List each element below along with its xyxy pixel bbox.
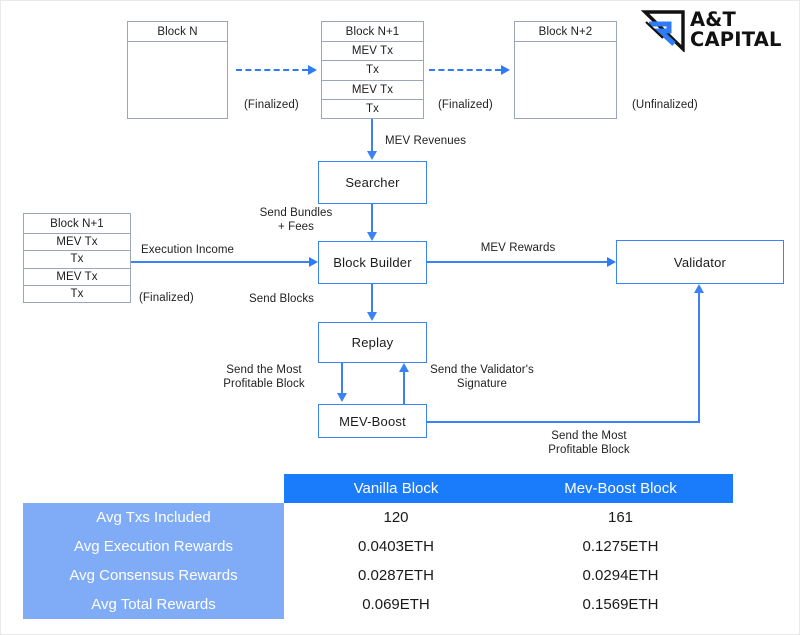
edge-blockn1-to-searcher-arrowhead — [367, 151, 377, 160]
edge-builder-to-replay-arrowhead — [367, 312, 377, 321]
table-header-mev-boost-block: Mev-Boost Block — [508, 474, 733, 503]
edge-mevboost-to-validator-vertical — [698, 293, 700, 423]
table-cell-mevboost-avg-execution-rewards: 0.1275ETH — [508, 532, 733, 561]
block-n: Block N — [127, 21, 228, 119]
edge-blockn-to-blockn1 — [236, 69, 308, 71]
at-capital-logo: A&T CAPITAL — [640, 5, 797, 55]
table-row-label-avg-txs-included: Avg Txs Included — [23, 503, 284, 532]
node-searcher[interactable]: Searcher — [318, 161, 427, 204]
block-n-plus-2-status: (Unfinalized) — [632, 99, 698, 111]
edge-builder-to-validator-arrowhead — [607, 257, 616, 267]
edge-blockn1left-to-builder-line — [131, 261, 311, 263]
block-n-plus-1-left-title: Block N+1 — [24, 214, 130, 234]
edge-builder-to-replay-line — [371, 284, 373, 314]
edge-replay-to-mevboost-line — [341, 363, 343, 396]
table-row: Avg Txs Included 120 161 — [23, 503, 733, 532]
diagram-canvas: A&T CAPITAL Block N (Finalized) Block N+… — [0, 0, 800, 635]
block-n-plus-1-top-row-3: Tx — [366, 102, 379, 115]
edge-blockn1-to-blockn2 — [429, 69, 501, 71]
table-row-label-avg-consensus-rewards: Avg Consensus Rewards — [23, 561, 284, 590]
edge-label-execution-income: Execution Income — [141, 244, 235, 256]
node-validator[interactable]: Validator — [616, 240, 784, 284]
edge-searcher-to-builder-arrowhead — [367, 232, 377, 241]
block-n-plus-1-left-row-2: MEV Tx — [24, 269, 130, 286]
block-n-body — [128, 42, 227, 118]
block-n-plus-1-top-row-1: Tx — [322, 61, 423, 81]
edge-blockn1-to-searcher-line — [371, 119, 373, 153]
table-header-vanilla-block: Vanilla Block — [284, 474, 508, 503]
edge-blockn-to-blockn1-arrowhead — [308, 65, 317, 75]
table-cell-mevboost-avg-consensus-rewards: 0.0294ETH — [508, 561, 733, 590]
block-n-plus-2-title: Block N+2 — [515, 22, 616, 42]
edge-mevboost-to-validator-horizontal — [427, 421, 700, 423]
table-cell-mevboost-avg-total-rewards: 0.1569ETH — [508, 590, 733, 619]
edge-label-mev-revenues: MEV Revenues — [385, 135, 467, 147]
block-n-plus-2: Block N+2 — [514, 21, 617, 119]
edge-label-send-blocks: Send Blocks — [249, 293, 315, 305]
edge-label-send-most-profitable-block-left: Send the Most Profitable Block — [223, 364, 305, 390]
edge-label-send-most-profitable-block-bottom: Send the Most Profitable Block — [548, 430, 630, 456]
node-block-builder[interactable]: Block Builder — [318, 241, 427, 284]
table-cell-vanilla-avg-execution-rewards: 0.0403ETH — [284, 532, 508, 561]
table-row-label-avg-execution-rewards: Avg Execution Rewards — [23, 532, 284, 561]
block-n-plus-1-left-row-1: Tx — [24, 251, 130, 269]
table-cell-vanilla-avg-txs-included: 120 — [284, 503, 508, 532]
block-n-title: Block N — [128, 22, 227, 42]
table-header-row: Vanilla Block Mev-Boost Block — [23, 474, 733, 503]
block-n-plus-1-left-status: (Finalized) — [139, 292, 194, 304]
edge-blockn1left-to-builder-arrowhead — [309, 257, 318, 267]
block-n-plus-2-body — [515, 42, 616, 118]
logo-line-2: CAPITAL — [690, 28, 782, 51]
comparison-table: Vanilla Block Mev-Boost Block Avg Txs In… — [23, 474, 733, 619]
edge-mevboost-to-validator-arrowhead — [694, 284, 704, 293]
block-n-plus-1-left: Block N+1 MEV Tx Tx MEV Tx Tx — [23, 213, 131, 303]
node-replay[interactable]: Replay — [318, 322, 427, 363]
table-cell-vanilla-avg-consensus-rewards: 0.0287ETH — [284, 561, 508, 590]
table-row: Avg Total Rewards 0.069ETH 0.1569ETH — [23, 590, 733, 619]
edge-mevboost-to-replay-line — [403, 371, 405, 405]
table-corner-cell — [23, 474, 284, 503]
block-n-plus-1-left-row-3: Tx — [70, 287, 84, 300]
table-row-label-avg-total-rewards: Avg Total Rewards — [23, 590, 284, 619]
table-cell-vanilla-avg-total-rewards: 0.069ETH — [284, 590, 508, 619]
block-n-plus-1-top-row-0: MEV Tx — [322, 42, 423, 62]
edge-blockn1-to-blockn2-arrowhead — [501, 65, 510, 75]
block-n-plus-1-top-row-2: MEV Tx — [322, 81, 423, 100]
block-n-plus-1-top-title: Block N+1 — [322, 22, 423, 42]
block-n-plus-1-left-row-0: MEV Tx — [24, 234, 130, 252]
block-n-plus-1-top: Block N+1 MEV Tx Tx MEV Tx Tx — [321, 21, 424, 119]
edge-mevboost-to-replay-arrowhead — [399, 363, 409, 372]
edge-builder-to-validator-line — [427, 261, 609, 263]
logo-wordmark: A&T CAPITAL — [690, 10, 782, 50]
table-row: Avg Consensus Rewards 0.0287ETH 0.0294ET… — [23, 561, 733, 590]
node-mev-boost[interactable]: MEV-Boost — [318, 404, 427, 438]
table-row: Avg Execution Rewards 0.0403ETH 0.1275ET… — [23, 532, 733, 561]
edge-label-send-bundles-fees: Send Bundles + Fees — [259, 207, 333, 233]
table-cell-mevboost-avg-txs-included: 161 — [508, 503, 733, 532]
edge-label-mev-rewards: MEV Rewards — [480, 242, 556, 254]
edge-replay-to-mevboost-arrowhead — [337, 393, 347, 402]
triangle-arrow-mark-icon — [640, 8, 687, 54]
edge-label-send-validator-signature: Send the Validator's Signature — [430, 364, 534, 390]
